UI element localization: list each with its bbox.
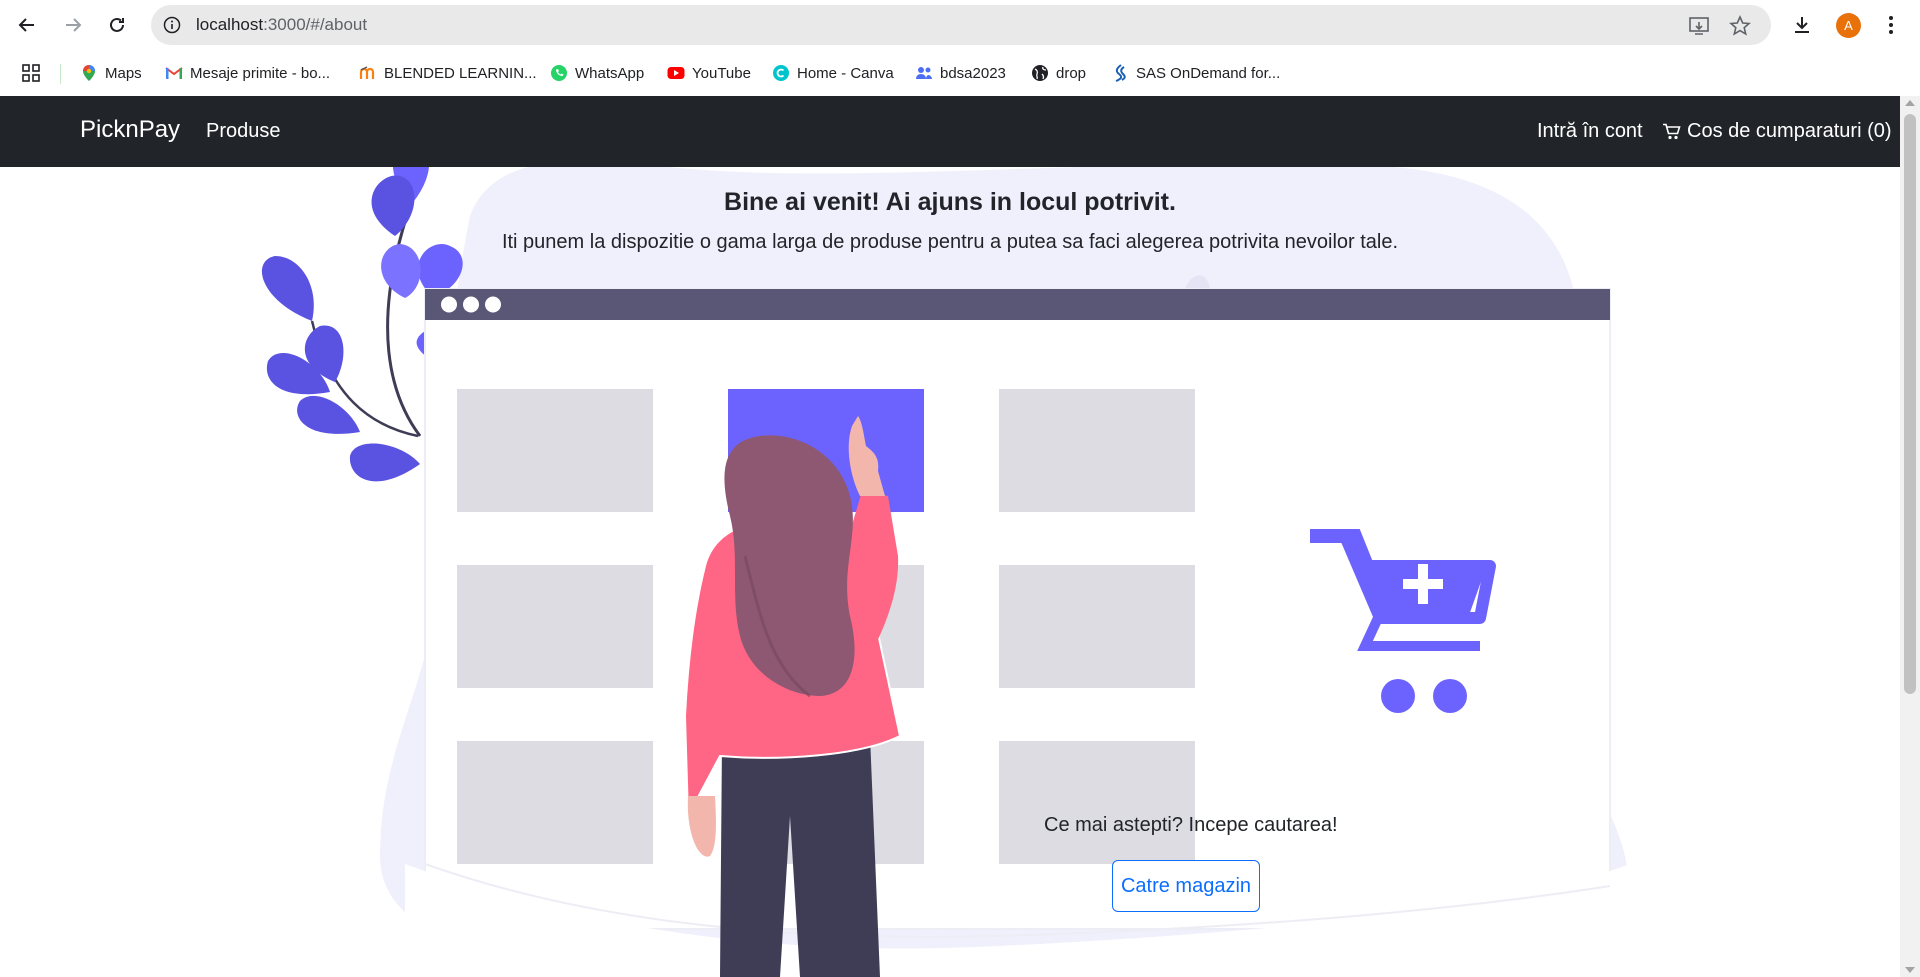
back-button[interactable] [13, 11, 41, 39]
scrollbar-thumb[interactable] [1904, 114, 1916, 694]
reload-icon [110, 17, 124, 32]
people-icon [916, 67, 932, 79]
cart-label: Cos de cumparaturi (0) [1687, 120, 1892, 142]
globe-icon [1032, 65, 1048, 81]
nav-cart-link[interactable]: Cos de cumparaturi (0) [1662, 120, 1892, 143]
site-navbar: PicknPay Produse Intră în cont Cos de cu… [0, 96, 1900, 167]
window-dot [463, 296, 479, 313]
bookmark-label: Maps [105, 64, 142, 82]
cart-icon [1663, 123, 1681, 140]
brand-logo[interactable]: PicknPay [80, 116, 180, 144]
window-dot [485, 296, 501, 313]
hero-headline: Bine ai venit! Ai ajuns in locul potrivi… [724, 188, 1176, 216]
bookmark-label: drop [1056, 64, 1087, 82]
bookmark-label: bdsa2023 [940, 64, 1006, 82]
youtube-icon [667, 67, 685, 79]
apps-grid-icon[interactable] [22, 64, 40, 82]
browser-menu-button[interactable] [1878, 12, 1904, 38]
nav-products-link[interactable]: Produse [206, 120, 281, 143]
bookmark-sas-ondemand[interactable]: SAS OnDemand for... [1111, 61, 1280, 85]
arrow-right-icon [66, 18, 82, 32]
bookmarks-bar: Maps Mesaje primite - bo... BLENDED LEAR… [0, 50, 1920, 96]
bookmark-drop[interactable]: drop [1031, 61, 1086, 85]
bookmark-youtube[interactable]: YouTube [667, 61, 751, 85]
bookmark-label: BLENDED LEARNIN... [384, 64, 537, 82]
site-info-icon[interactable] [163, 16, 181, 34]
bookmark-canva[interactable]: Home - Canva [772, 61, 894, 85]
install-app-icon[interactable] [1688, 15, 1710, 37]
whatsapp-icon [551, 65, 567, 81]
address-bar[interactable]: localhost:3000/#/about [151, 5, 1771, 45]
scroll-down-arrow-icon[interactable] [1905, 967, 1915, 973]
bookmark-blended-learning[interactable]: BLENDED LEARNIN... [359, 61, 537, 85]
cta-text: Ce mai astepti? Incepe cautarea! [1044, 814, 1338, 836]
bookmarks-separator [60, 64, 61, 84]
window-title-bar [425, 289, 1610, 320]
moodle-icon [359, 66, 375, 79]
profile-avatar[interactable]: A [1836, 13, 1861, 38]
url-text[interactable]: localhost:3000/#/about [196, 15, 367, 35]
sas-icon [1115, 64, 1126, 82]
bookmark-label: YouTube [692, 64, 751, 82]
downloads-button[interactable] [1789, 12, 1815, 38]
canva-icon [773, 65, 789, 81]
kebab-menu-icon [1889, 16, 1893, 34]
bookmark-label: WhatsApp [575, 64, 645, 82]
bookmark-label: Home - Canva [797, 64, 894, 82]
hero-subline: Iti punem la dispozitie o gama larga de … [501, 231, 1399, 253]
go-to-shop-button[interactable]: Catre magazin [1112, 860, 1260, 912]
bookmark-whatsapp[interactable]: WhatsApp [550, 61, 644, 85]
download-icon [1795, 17, 1809, 33]
reload-button[interactable] [103, 11, 131, 39]
gmail-icon [165, 67, 183, 79]
maps-pin-icon [83, 65, 95, 81]
window-dot [441, 296, 457, 313]
bookmark-label: SAS OnDemand for... [1136, 64, 1281, 82]
arrow-left-icon [18, 18, 34, 32]
bookmark-gmail[interactable]: Mesaje primite - bo... [165, 61, 330, 85]
forward-button[interactable] [59, 11, 87, 39]
bookmark-bdsa2023[interactable]: bdsa2023 [915, 61, 1006, 85]
nav-login-link[interactable]: Intră în cont [1537, 120, 1643, 143]
bookmark-star-icon[interactable] [1729, 15, 1751, 37]
page-viewport: PicknPay Produse Intră în cont Cos de cu… [0, 96, 1900, 977]
page-scrollbar[interactable] [1900, 96, 1920, 977]
hero-illustration [261, 136, 1630, 977]
bookmark-maps[interactable]: Maps [80, 61, 142, 85]
browser-toolbar: localhost:3000/#/about A [0, 0, 1920, 50]
scroll-up-arrow-icon[interactable] [1905, 100, 1915, 106]
bookmark-label: Mesaje primite - bo... [190, 64, 331, 82]
